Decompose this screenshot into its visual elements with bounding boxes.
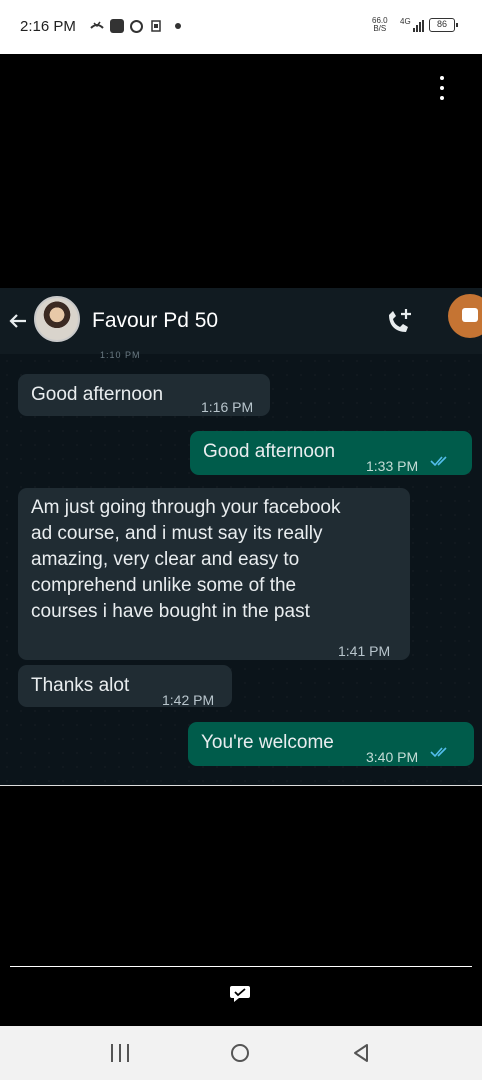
facebook-icon bbox=[130, 19, 143, 33]
back-arrow-icon[interactable] bbox=[6, 309, 30, 333]
cut-off-label: 1:10 PM bbox=[100, 350, 141, 360]
contact-name[interactable]: Favour Pd 50 bbox=[92, 309, 218, 333]
avatar[interactable] bbox=[34, 296, 80, 342]
more-vertical-icon[interactable] bbox=[436, 76, 448, 100]
message-time: 1:42 PM bbox=[162, 692, 215, 708]
comment-icon[interactable] bbox=[229, 984, 251, 1004]
message-bubble[interactable]: Thanks alot 1:42 PM bbox=[18, 665, 232, 708]
signal-icon bbox=[413, 20, 424, 32]
message-line: amazing, very clear and easy to bbox=[31, 549, 300, 570]
message-line: courses i have bought in the past bbox=[31, 601, 310, 622]
image-bottom-edge bbox=[0, 785, 482, 786]
message-bubble[interactable]: Good afternoon 1:16 PM bbox=[18, 374, 270, 416]
chat-body: 1:10 PM Good afternoon 1:16 PM Good afte… bbox=[0, 350, 482, 786]
message-line: Am just going through your facebook bbox=[31, 497, 341, 518]
message-time: 1:33 PM bbox=[366, 458, 419, 474]
message-line: ad course, and i must say its really bbox=[31, 523, 323, 544]
floating-camera-icon[interactable] bbox=[448, 294, 482, 338]
message-text: Good afternoon bbox=[31, 384, 164, 405]
message-line: comprehend unlike some of the bbox=[31, 575, 297, 596]
chat-header: Favour Pd 50 bbox=[0, 288, 482, 354]
app-icon bbox=[110, 19, 124, 33]
network-speed: 66.0 B/S bbox=[372, 17, 388, 33]
status-time: 2:16 PM bbox=[20, 18, 76, 35]
read-ticks-icon bbox=[430, 456, 447, 467]
status-bar: 2:16 PM 66.0 B/S 4G 86 bbox=[0, 0, 482, 54]
recents-icon[interactable] bbox=[111, 1044, 129, 1062]
battery-level: 86 bbox=[436, 19, 447, 29]
home-icon[interactable] bbox=[231, 1044, 249, 1062]
network-speed-unit: B/S bbox=[373, 24, 387, 33]
dot-icon bbox=[175, 23, 181, 29]
message-time: 1:41 PM bbox=[338, 643, 391, 659]
message-text: Thanks alot bbox=[31, 675, 130, 696]
chat-screenshot: Favour Pd 50 1:10 PM Good afternoon 1:16… bbox=[0, 288, 482, 786]
read-ticks-icon bbox=[430, 747, 447, 758]
status-notification-icons bbox=[90, 19, 181, 33]
message-text: Good afternoon bbox=[203, 441, 336, 462]
message-text: You're welcome bbox=[201, 732, 334, 753]
back-icon[interactable] bbox=[352, 1043, 370, 1063]
caption-divider bbox=[10, 966, 472, 967]
message-bubble[interactable]: Good afternoon 1:33 PM bbox=[190, 431, 472, 475]
missed-call-icon bbox=[90, 21, 104, 29]
message-bubble[interactable]: You're welcome 3:40 PM bbox=[188, 722, 474, 766]
message-time: 1:16 PM bbox=[201, 399, 254, 415]
message-time: 3:40 PM bbox=[366, 749, 419, 765]
volte-icon bbox=[151, 20, 161, 32]
add-call-icon[interactable] bbox=[384, 306, 414, 336]
network-type: 4G bbox=[400, 17, 411, 26]
message-bubble[interactable]: Am just going through your facebook ad c… bbox=[18, 488, 410, 660]
battery-icon: 86 bbox=[429, 18, 458, 32]
